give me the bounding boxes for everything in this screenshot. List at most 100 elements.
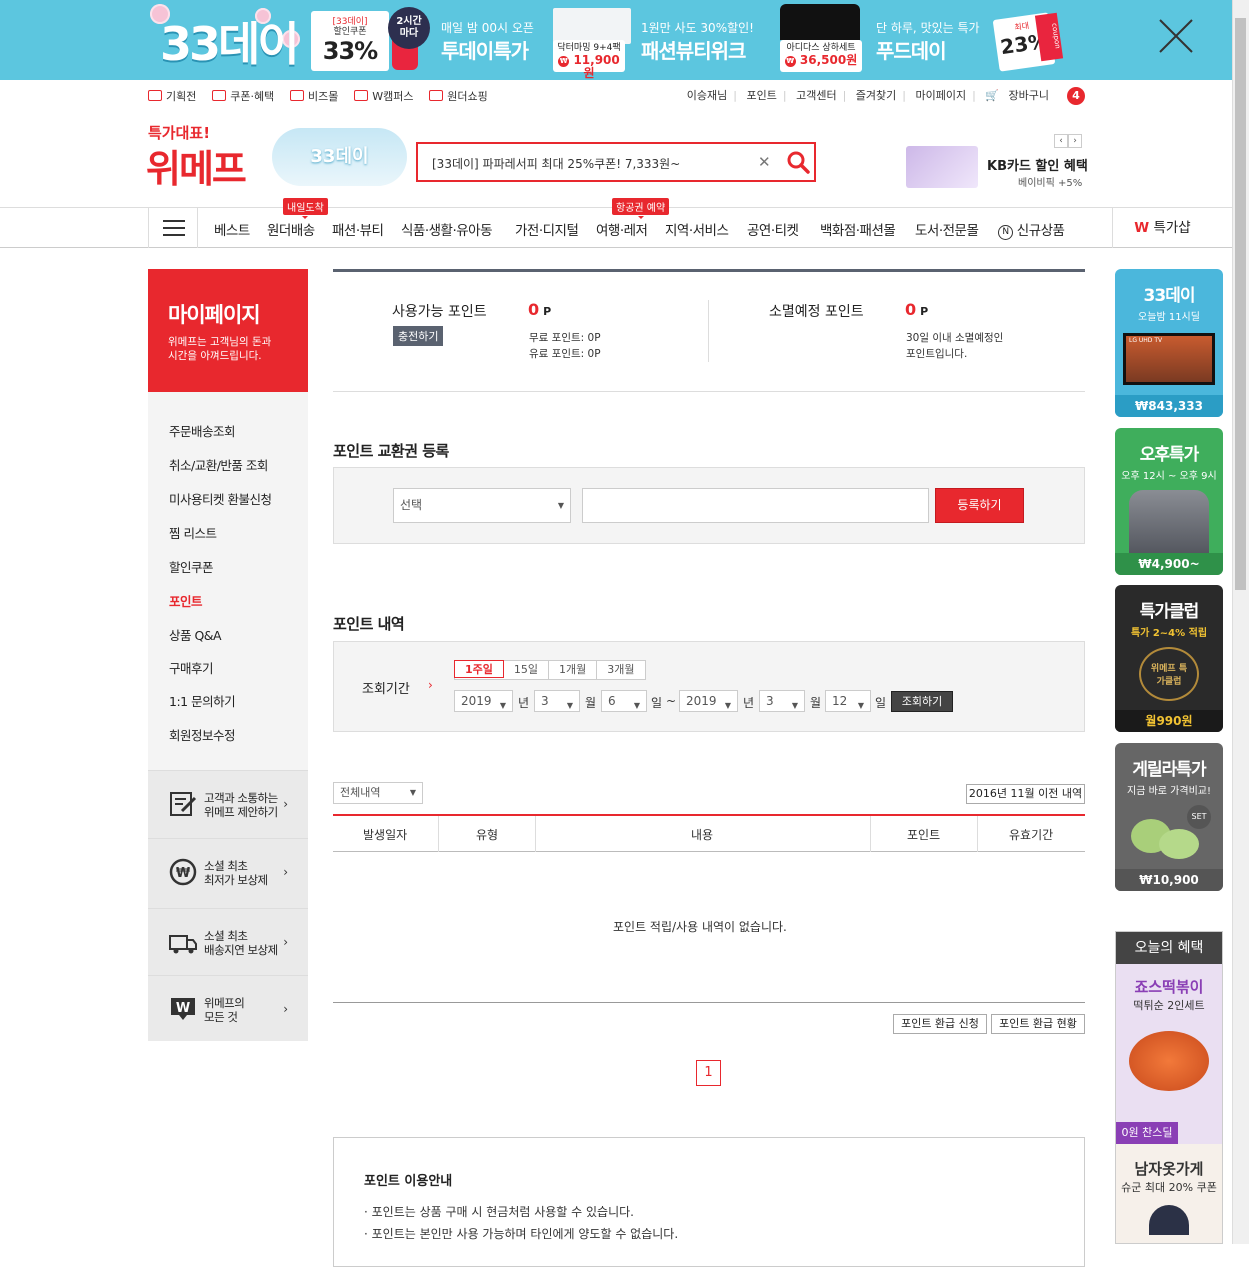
nav-item-books[interactable]: 도서·전문몰: [915, 219, 979, 239]
menu-coupons[interactable]: 할인쿠폰: [169, 557, 214, 576]
nav-item-travel[interactable]: 여행·레저: [596, 219, 648, 239]
util-link-coupon[interactable]: 쿠폰·혜택: [212, 90, 274, 103]
search-icon[interactable]: [786, 150, 810, 174]
nav-item-ticket[interactable]: 공연·티켓: [747, 219, 799, 239]
clear-icon[interactable]: ✕: [758, 153, 771, 171]
cart-link[interactable]: 🛒 장바구니: [985, 89, 1055, 102]
menu-cancel-return[interactable]: 취소/교환/반품 조회: [169, 455, 268, 474]
search-input[interactable]: [33데이] 파파레서피 최대 25%쿠폰! 7,333원~: [432, 155, 680, 172]
fashion-price-tag[interactable]: 아디다스 상하세트 ₩ 36,500원: [780, 40, 862, 72]
kb-promo-title[interactable]: KB카드 할인 혜택: [987, 155, 1088, 174]
util-link-exhibition[interactable]: 기획전: [148, 90, 196, 103]
mypage-subtitle: 시간을 아껴드립니다.: [168, 350, 262, 362]
badge-line: 2시간: [396, 16, 422, 27]
close-icon[interactable]: [1158, 18, 1194, 54]
to-year-select[interactable]: 2019: [679, 690, 738, 716]
util-link-campus[interactable]: W캠퍼스: [354, 90, 413, 103]
history-filter-select[interactable]: 전체내역: [333, 782, 423, 804]
from-day-select[interactable]: 6: [601, 690, 647, 716]
mypage-link[interactable]: 마이페이지: [915, 89, 966, 102]
tab-3months[interactable]: 3개월: [597, 661, 644, 679]
nav-item-best[interactable]: 베스트: [214, 219, 250, 239]
col-point: 포인트: [907, 828, 941, 842]
card-title: 특가클럽: [1139, 602, 1200, 622]
menu-inquiry[interactable]: 1:1 문의하기: [169, 691, 236, 710]
menu-member-edit[interactable]: 회원정보수정: [169, 725, 236, 744]
product-name: 아디다스 상하세트: [786, 43, 856, 53]
empty-message: 포인트 적립/사용 내역이 없습니다.: [613, 920, 787, 934]
nav-item-wonder[interactable]: 원더배송: [267, 219, 315, 239]
suggestion-box[interactable]: 고객과 소통하는 위메프 제안하기 ›: [148, 770, 308, 838]
sidebox-line: 소셜 최초: [204, 859, 248, 873]
tab-1month[interactable]: 1개월: [549, 661, 598, 679]
from-month-select[interactable]: 3: [534, 690, 580, 716]
menu-ticket-refund[interactable]: 미사용티켓 환불신청: [169, 489, 272, 508]
today-price-tag[interactable]: 닥터마밍 9+4팩 ₩ 11,900원: [553, 40, 625, 79]
sidebox-line: 배송지연 보상제: [204, 943, 278, 957]
refund-status-button[interactable]: 포인트 환급 현황: [991, 1014, 1085, 1034]
product-image: [553, 8, 631, 44]
search-box[interactable]: [33데이] 파파레서피 최대 25%쿠폰! 7,333원~ ✕: [416, 142, 816, 182]
delivery-delay-box[interactable]: 소셜 최초 배송지연 보상제 ›: [148, 908, 308, 976]
menu-wishlist[interactable]: 찜 리스트: [169, 523, 217, 542]
menu-points[interactable]: 포인트: [169, 591, 203, 610]
promo-prev-arrow[interactable]: ‹: [1054, 134, 1068, 148]
menu-reviews[interactable]: 구매후기: [169, 658, 214, 677]
from-year-select[interactable]: 2019: [454, 690, 513, 716]
tab-15days[interactable]: 15일: [504, 661, 550, 679]
user-name-link[interactable]: 이승재님: [687, 89, 727, 102]
favorites-link[interactable]: 즐겨찾기: [856, 89, 896, 102]
fashion-title[interactable]: 패션뷰티위크: [641, 35, 746, 64]
nav-item-food[interactable]: 식품·생활·유아동: [401, 219, 493, 239]
today-title[interactable]: 투데이특가: [441, 35, 529, 64]
nav-item-local[interactable]: 지역·서비스: [665, 219, 729, 239]
page-1[interactable]: 1: [696, 1060, 721, 1086]
side-promo-guerrilla[interactable]: 게릴라특가 지금 바로 가격비교! SET ₩10,900: [1115, 743, 1223, 891]
nav-special-shop[interactable]: W 특가샵: [1112, 208, 1212, 248]
nav-item-fashion[interactable]: 패션·뷰티: [332, 219, 384, 239]
select-value: 2019: [461, 694, 492, 708]
voucher-code-input[interactable]: [582, 488, 929, 523]
customer-center-link[interactable]: 고객센터: [796, 89, 836, 102]
nav-item-new[interactable]: N 신규상품: [998, 219, 1065, 240]
refund-apply-button[interactable]: 포인트 환급 신청: [893, 1014, 987, 1034]
promo-next-arrow[interactable]: ›: [1068, 134, 1082, 148]
register-button[interactable]: 등록하기: [935, 488, 1024, 523]
voucher-type-select[interactable]: 선택: [393, 488, 571, 523]
util-link-bizmall[interactable]: 비즈몰: [290, 90, 338, 103]
side-promo-33day[interactable]: 33데이 오늘밤 11시딜 LG UHD TV ₩843,333: [1115, 269, 1223, 417]
top-promo-banner[interactable]: 33데이 [33데이] 할인쿠폰 33% 2시간 마다 매일 밤 00시 오픈 …: [0, 0, 1232, 80]
free-point: 무료 포인트: 0P: [529, 332, 601, 344]
nav-label: 특가샵: [1153, 220, 1191, 236]
sidebox-text: 소셜 최초 배송지연 보상제: [204, 929, 278, 957]
nav-item-digital[interactable]: 가전·디지털: [515, 219, 579, 239]
to-month-select[interactable]: 3: [759, 690, 805, 716]
chevron-right-icon: ›: [283, 935, 288, 949]
side-promo-afternoon[interactable]: 오후특가 오후 12시 ~ 오후 9시 ₩4,900~: [1115, 428, 1223, 575]
point-guide: 포인트 이용안내 · 포인트는 상품 구매 시 현금처럼 사용할 수 있습니다.…: [333, 1137, 1085, 1267]
benefit-item-1[interactable]: 죠스떡볶이 떡튀순 2인세트 0원 찬스딜: [1116, 964, 1222, 1144]
tab-1week[interactable]: 1주일: [454, 660, 504, 678]
lowest-price-box[interactable]: ₩ 소셜 최초 최저가 보상제 ›: [148, 838, 308, 908]
old-history-button[interactable]: 2016년 11월 이전 내역: [966, 784, 1085, 804]
discount-coupon[interactable]: [33데이] 할인쿠폰 33%: [311, 11, 389, 71]
nav-item-department[interactable]: 백화점·패션몰: [820, 219, 896, 239]
about-wemakeprice-box[interactable]: W 위메프의 모든 것 ›: [148, 975, 308, 1041]
mypage-menu: 주문배송조회 취소/교환/반품 조회 미사용티켓 환불신청 찜 리스트 할인쿠폰…: [148, 392, 308, 770]
point-link[interactable]: 포인트: [746, 89, 776, 102]
search-button[interactable]: 조회하기: [891, 691, 953, 712]
util-link-wonder[interactable]: 원더쇼핑: [429, 90, 488, 103]
kb-card-image[interactable]: [906, 146, 978, 188]
menu-qna[interactable]: 상품 Q&A: [169, 625, 222, 644]
scrollbar-thumb[interactable]: [1235, 18, 1246, 590]
food-title[interactable]: 푸드데이: [876, 35, 947, 64]
header-promo-banner[interactable]: 33데이: [272, 128, 407, 186]
charge-button[interactable]: 충전하기: [393, 326, 444, 346]
chevron-right-icon: ›: [283, 1002, 288, 1016]
menu-icon[interactable]: [148, 208, 198, 248]
to-day-select[interactable]: 12: [825, 690, 871, 716]
site-logo[interactable]: 위메프: [146, 138, 247, 193]
side-promo-club[interactable]: 특가클럽 특가 2~4% 적립 위메프 특가클럽 월990원: [1115, 585, 1223, 732]
menu-order-tracking[interactable]: 주문배송조회: [169, 421, 236, 440]
benefit-item-2[interactable]: 남자옷가게 슈군 최대 20% 쿠폰: [1116, 1144, 1222, 1243]
